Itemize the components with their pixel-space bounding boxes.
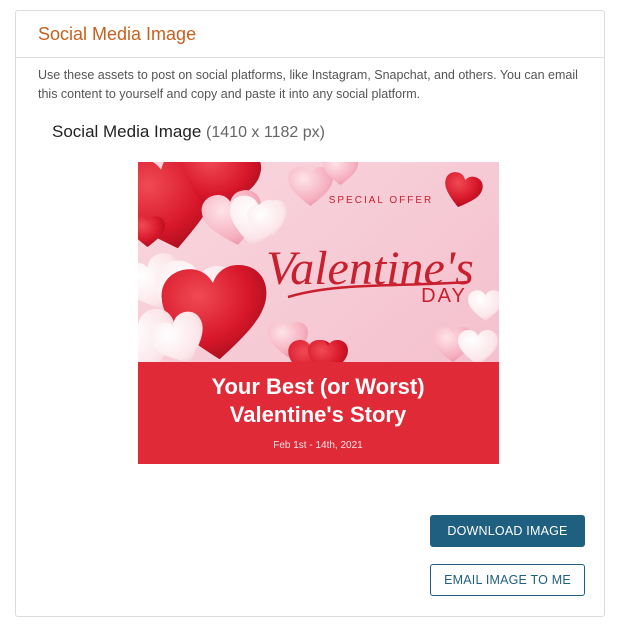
email-image-button[interactable]: EMAIL IMAGE TO ME [430, 564, 585, 596]
social-media-image: SPECIAL OFFER Valentine's DAY Your Best … [138, 162, 499, 464]
promo-headline-line1: Your Best (or Worst) [211, 374, 424, 399]
panel-description: Use these assets to post on social platf… [38, 68, 578, 101]
promo-dates: Feb 1st - 14th, 2021 [273, 440, 363, 451]
panel-title: Social Media Image [38, 23, 197, 44]
promo-day: DAY [421, 285, 467, 307]
promo-special-offer: SPECIAL OFFER [329, 195, 434, 206]
promo-headline-line2: Valentine's Story [230, 402, 407, 427]
panel-header: Social Media Image [16, 11, 604, 58]
image-dimensions: (1410 x 1182 px) [206, 124, 325, 141]
image-heading: Social Media Image (1410 x 1182 px) [52, 122, 325, 142]
download-image-button[interactable]: DOWNLOAD IMAGE [430, 515, 585, 547]
social-media-image-panel: Social Media Image Use these assets to p… [15, 10, 605, 617]
image-heading-title: Social Media Image [52, 122, 202, 141]
